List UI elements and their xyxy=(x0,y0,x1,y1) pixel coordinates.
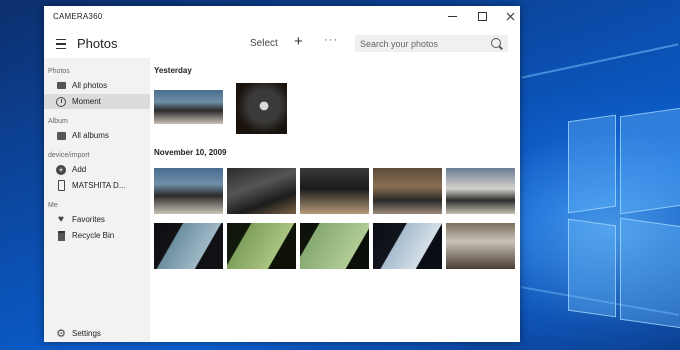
more-options-button[interactable]: ··· xyxy=(324,34,338,46)
sidebar-item-all-albums[interactable]: All albums xyxy=(44,128,150,143)
sidebar-item-label: Add xyxy=(72,165,87,174)
album-icon xyxy=(56,131,66,141)
sidebar-item-moment[interactable]: Moment xyxy=(44,94,150,109)
add-button[interactable]: + xyxy=(294,33,303,50)
sidebar-group-photos: Photos xyxy=(48,68,70,75)
photo-thumbnail[interactable] xyxy=(227,223,296,269)
close-button[interactable] xyxy=(496,6,524,26)
minimize-icon xyxy=(447,15,457,17)
sidebar-group-device-import: device/import xyxy=(48,152,90,159)
sidebar-item-favorites[interactable]: ♥ Favorites xyxy=(44,212,150,227)
clock-icon xyxy=(56,96,66,107)
settings-button[interactable]: ⚙ Settings xyxy=(44,326,150,341)
sidebar-item-label: Favorites xyxy=(72,215,105,224)
phone-icon xyxy=(56,180,66,191)
sidebar-item-add[interactable]: + Add xyxy=(44,162,150,177)
sidebar-item-label: All photos xyxy=(72,81,108,90)
hamburger-menu-icon[interactable] xyxy=(56,39,66,49)
maximize-icon xyxy=(477,11,487,21)
close-icon xyxy=(506,12,514,20)
section-title: November 10, 2009 xyxy=(154,148,227,157)
sidebar-item-label: MATSHITA D... xyxy=(72,181,126,190)
photo-thumbnail[interactable] xyxy=(154,168,223,214)
sidebar-item-label: Recycle Bin xyxy=(72,231,115,240)
windows-logo-pane xyxy=(568,114,616,214)
photo-icon xyxy=(56,81,66,91)
search-input[interactable] xyxy=(360,35,485,52)
select-button[interactable]: Select xyxy=(250,38,278,49)
photo-thumbnail[interactable] xyxy=(154,223,223,269)
sidebar-item-recycle-bin[interactable]: Recycle Bin xyxy=(44,228,150,243)
sidebar-item-device[interactable]: MATSHITA D... xyxy=(44,178,150,193)
photo-thumbnail[interactable] xyxy=(154,90,223,124)
app-window: CAMERA360 Photos Select + ··· Photos All… xyxy=(44,6,520,342)
heart-icon: ♥ xyxy=(58,213,64,225)
section-title: Yesterday xyxy=(154,66,192,75)
page-title: Photos xyxy=(77,36,118,51)
search-box xyxy=(355,35,508,52)
photo-thumbnail[interactable] xyxy=(373,168,442,214)
photo-thumbnail[interactable] xyxy=(446,168,515,214)
photo-thumbnail[interactable] xyxy=(300,223,369,269)
app-title: CAMERA360 xyxy=(53,12,103,21)
wallpaper-light-beam xyxy=(521,43,679,79)
windows-logo-pane xyxy=(620,107,680,215)
sidebar-group-me: Me xyxy=(48,202,58,209)
add-circle-icon: + xyxy=(56,164,66,175)
photo-thumbnail[interactable] xyxy=(300,168,369,214)
minimize-button[interactable] xyxy=(438,6,466,26)
trash-icon xyxy=(56,230,66,241)
search-icon[interactable] xyxy=(491,38,501,48)
title-bar[interactable]: CAMERA360 xyxy=(44,6,520,28)
photo-grid: Yesterday November 10, 2009 xyxy=(150,58,520,342)
photo-thumbnail[interactable] xyxy=(227,168,296,214)
sidebar-item-all-photos[interactable]: All photos xyxy=(44,78,150,93)
photo-thumbnail[interactable] xyxy=(236,83,287,134)
sidebar-group-album: Album xyxy=(48,118,68,125)
maximize-button[interactable] xyxy=(468,6,496,26)
sidebar: Photos All photos Moment Album All album… xyxy=(44,58,150,342)
gear-icon: ⚙ xyxy=(56,327,66,340)
settings-label: Settings xyxy=(72,329,101,338)
app-header: Photos Select + ··· xyxy=(44,28,520,58)
sidebar-item-label: Moment xyxy=(72,97,101,106)
photo-thumbnail[interactable] xyxy=(446,223,515,269)
windows-logo-pane xyxy=(620,217,680,329)
sidebar-item-label: All albums xyxy=(72,131,109,140)
windows-logo-pane xyxy=(568,218,616,318)
photo-thumbnail[interactable] xyxy=(373,223,442,269)
